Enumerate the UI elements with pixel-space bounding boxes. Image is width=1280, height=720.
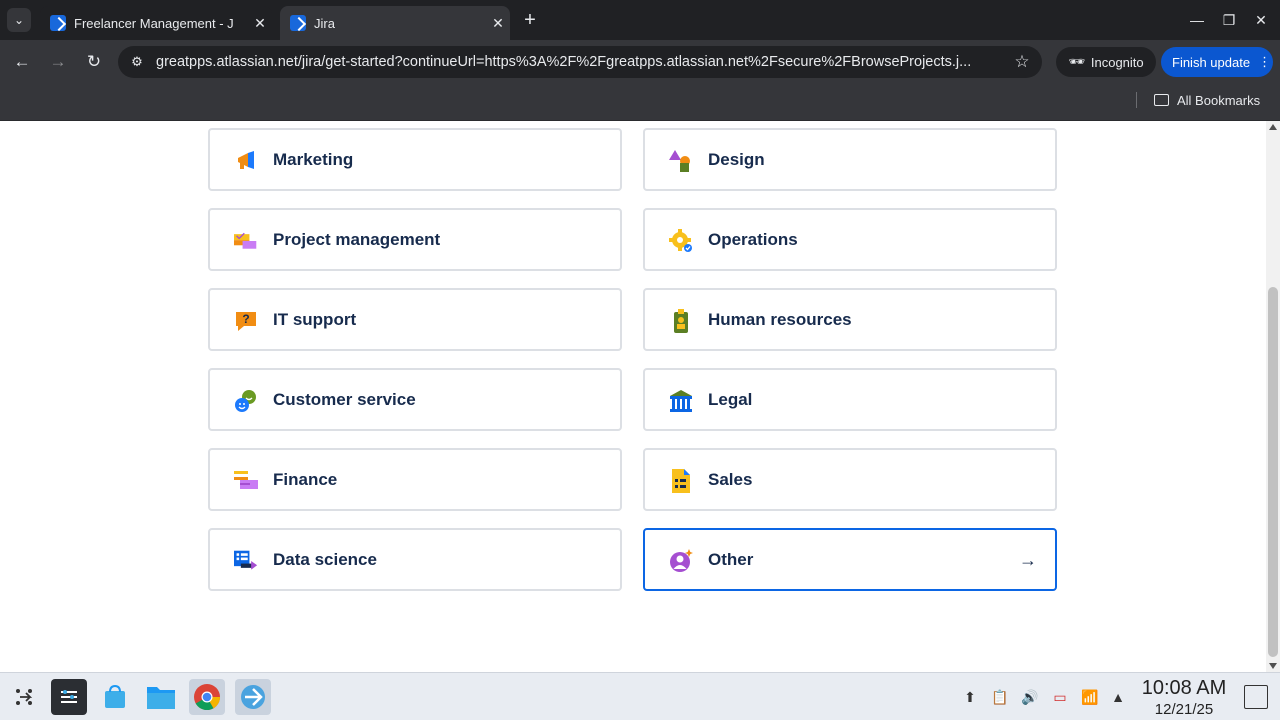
incognito-indicator[interactable]: 🕶 Incognito	[1056, 47, 1156, 77]
category-card-legal[interactable]: Legal	[643, 368, 1057, 431]
new-tab-button[interactable]: +	[518, 8, 542, 32]
forward-icon[interactable]: →	[46, 50, 70, 74]
jira-favicon-icon	[290, 15, 306, 31]
category-label: Design	[708, 150, 765, 169]
page-scrollbar[interactable]	[1266, 121, 1280, 672]
category-label: Sales	[708, 470, 753, 489]
software-store-icon[interactable]	[97, 679, 133, 715]
category-card-data-science[interactable]: Data science	[208, 528, 622, 591]
ledger-icon	[234, 471, 258, 489]
browser-tab-bar: ⌄ Freelancer Management - J ✕ Jira ✕ + —…	[0, 0, 1280, 40]
bookmarks-divider	[1136, 92, 1137, 108]
page-content: Marketing Design Project management Oper…	[0, 121, 1266, 672]
active-app-taskbar-icon[interactable]	[235, 679, 271, 715]
category-label: Finance	[273, 470, 338, 489]
scroll-thumb[interactable]	[1268, 287, 1278, 657]
category-card-project-management[interactable]: Project management	[208, 208, 622, 271]
bookmarks-bar: All Bookmarks	[0, 84, 1280, 121]
category-label: Other	[708, 550, 754, 569]
bookmark-star-icon[interactable]: ☆	[1002, 52, 1042, 72]
maximize-icon[interactable]: ❐	[1217, 8, 1241, 32]
tab-title: Freelancer Management - J	[74, 15, 234, 31]
category-card-customer-service[interactable]: Customer service	[208, 368, 622, 431]
category-label: Data science	[273, 550, 377, 569]
address-bar[interactable]: ⚙ greatpps.atlassian.net/jira/get-starte…	[118, 46, 1042, 78]
finish-update-label: Finish update	[1172, 54, 1251, 70]
document-list-icon	[672, 469, 690, 493]
show-desktop-button[interactable]	[1244, 685, 1268, 709]
arrow-right-icon: →	[1019, 550, 1037, 570]
clock-date[interactable]: 12/21/25	[1138, 701, 1230, 718]
gear-check-icon	[669, 229, 692, 252]
clock-time[interactable]: 10:08 AM	[1138, 677, 1230, 700]
question-bubble-icon: ?	[236, 312, 256, 331]
jira-favicon-icon	[50, 15, 66, 31]
os-taskbar: ⬆ 📋 🔊 ▭ 📶 ▲ 10:08 AM 12/21/25	[0, 672, 1280, 720]
shapes-icon	[669, 150, 690, 172]
battery-icon[interactable]: ▭	[1050, 687, 1070, 707]
volume-icon[interactable]: 🔊	[1020, 687, 1040, 707]
category-label: Human resources	[708, 310, 852, 329]
browser-toolbar: ← → ↻ ⚙ greatpps.atlassian.net/jira/get-…	[0, 40, 1280, 84]
courthouse-icon	[670, 390, 692, 412]
incognito-label: Incognito	[1090, 54, 1144, 70]
update-notifier-icon[interactable]: ⬆	[960, 687, 980, 707]
badge-icon	[674, 309, 688, 333]
category-card-operations[interactable]: Operations	[643, 208, 1057, 271]
site-info-icon[interactable]: ⚙	[118, 54, 156, 70]
all-bookmarks-label: All Bookmarks	[1177, 92, 1261, 108]
tab-freelancer-management[interactable]: Freelancer Management - J ✕	[40, 6, 272, 40]
scroll-up-icon[interactable]	[1269, 124, 1277, 130]
project-board-icon	[234, 232, 257, 249]
sparkle-person-icon	[670, 549, 693, 572]
svg-text:?: ?	[242, 312, 249, 326]
category-label: Project management	[273, 230, 441, 249]
system-settings-icon[interactable]	[51, 679, 87, 715]
close-window-icon[interactable]: ✕	[1249, 8, 1273, 32]
category-card-it-support[interactable]: ? IT support	[208, 288, 622, 351]
category-card-marketing[interactable]: Marketing	[208, 128, 622, 191]
category-card-other[interactable]: Other →	[643, 528, 1057, 591]
chat-faces-icon	[235, 390, 256, 412]
folder-icon	[1154, 94, 1169, 106]
all-bookmarks-button[interactable]: All Bookmarks	[1154, 90, 1260, 110]
app-launcher-icon[interactable]	[6, 679, 42, 715]
more-vert-icon: ⋮	[1258, 54, 1272, 69]
tab-title: Jira	[314, 15, 335, 31]
tab-jira[interactable]: Jira ✕	[280, 6, 510, 40]
tab-close-icon[interactable]: ✕	[486, 15, 510, 32]
scroll-down-icon[interactable]	[1269, 663, 1277, 669]
tray-expand-icon[interactable]: ▲	[1108, 687, 1128, 707]
back-icon[interactable]: ←	[10, 50, 34, 74]
incognito-icon: 🕶	[1068, 54, 1085, 69]
data-list-icon	[234, 550, 258, 570]
chrome-taskbar-icon[interactable]	[189, 679, 225, 715]
url-text[interactable]: greatpps.atlassian.net/jira/get-started?…	[156, 54, 1002, 70]
finish-update-button[interactable]: Finish update ⋮	[1161, 47, 1273, 77]
clipboard-icon[interactable]: 📋	[990, 687, 1010, 707]
reload-icon[interactable]: ↻	[82, 50, 106, 74]
category-label: Marketing	[273, 150, 354, 169]
category-card-sales[interactable]: Sales	[643, 448, 1057, 511]
category-label: Legal	[708, 390, 753, 409]
wifi-icon[interactable]: 📶	[1080, 687, 1100, 707]
category-card-finance[interactable]: Finance	[208, 448, 622, 511]
category-label: Operations	[708, 230, 798, 249]
tab-search-button[interactable]: ⌄	[7, 8, 31, 32]
minimize-icon[interactable]: —	[1185, 8, 1209, 32]
tab-close-icon[interactable]: ✕	[248, 15, 272, 32]
category-label: Customer service	[273, 390, 416, 409]
megaphone-icon	[238, 151, 254, 169]
file-manager-icon[interactable]	[143, 679, 179, 715]
category-label: IT support	[273, 310, 357, 329]
category-card-human-resources[interactable]: Human resources	[643, 288, 1057, 351]
category-card-design[interactable]: Design	[643, 128, 1057, 191]
